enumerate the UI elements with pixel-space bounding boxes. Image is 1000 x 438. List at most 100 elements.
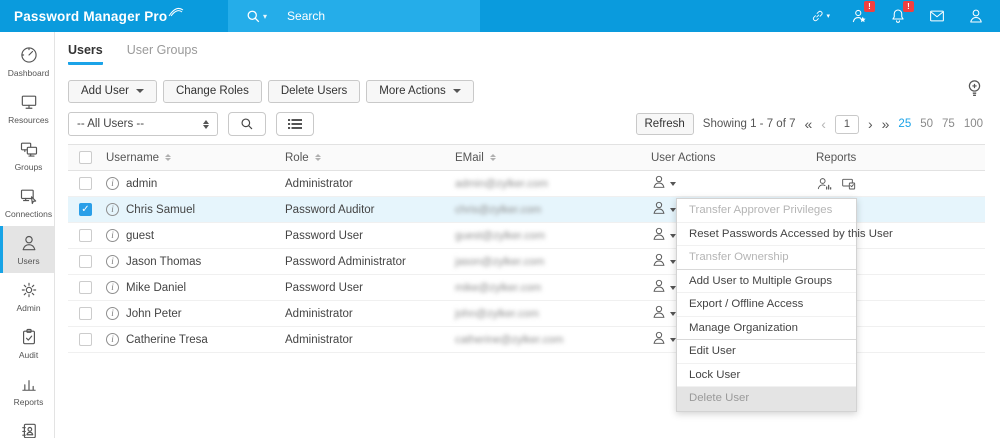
sidebar-item-dashboard[interactable]: Dashboard xyxy=(0,38,54,85)
connections-icon xyxy=(19,186,39,206)
username-cell: i Chris Samuel xyxy=(106,203,285,216)
user-icon[interactable] xyxy=(966,6,986,26)
sidebar-item-groups[interactable]: Groups xyxy=(0,132,54,179)
menu-item-lock-user[interactable]: Lock User xyxy=(677,364,856,388)
menu-item-edit-user[interactable]: Edit User xyxy=(677,340,856,364)
role-cell: Password User xyxy=(285,282,455,294)
sidebar-item-users[interactable]: Users xyxy=(0,226,54,273)
info-icon[interactable]: i xyxy=(106,203,119,216)
select-all-checkbox[interactable] xyxy=(79,151,92,164)
tab-bar: Users User Groups xyxy=(55,32,1000,65)
info-icon[interactable]: i xyxy=(106,307,119,320)
mail-icon[interactable] xyxy=(927,6,947,26)
table-row: i admin Administrator admin@zylker.com xyxy=(68,171,985,197)
username-cell: i Jason Thomas xyxy=(106,255,285,268)
user-action-icon xyxy=(651,330,667,349)
info-icon[interactable]: i xyxy=(106,177,119,190)
brand-swoosh-icon xyxy=(168,5,184,17)
delete-users-button[interactable]: Delete Users xyxy=(268,80,360,103)
menu-item-delete-user[interactable]: Delete User xyxy=(677,387,856,411)
page-size-100[interactable]: 100 xyxy=(964,118,983,130)
sidebar-item-personal[interactable]: Personal xyxy=(0,414,54,438)
menu-item-manage-organization[interactable]: Manage Organization xyxy=(677,317,856,341)
user-star-icon[interactable]: ! xyxy=(849,6,869,26)
user-actions-button[interactable] xyxy=(651,174,816,193)
topbar-icons: ▾!! xyxy=(810,0,1000,32)
showing-text: Showing 1 - 7 of 7 xyxy=(703,118,796,130)
last-page-icon[interactable]: » xyxy=(882,117,890,131)
page-size-50[interactable]: 50 xyxy=(920,118,933,130)
link-icon[interactable]: ▾ xyxy=(810,6,830,26)
column-header-role[interactable]: Role xyxy=(285,152,455,164)
page-size-75[interactable]: 75 xyxy=(942,118,955,130)
info-icon[interactable]: i xyxy=(106,281,119,294)
column-label: EMail xyxy=(455,152,484,164)
row-checkbox[interactable] xyxy=(79,333,92,346)
info-icon[interactable]: i xyxy=(106,255,119,268)
button-label: Delete Users xyxy=(281,85,347,97)
sort-icon[interactable] xyxy=(490,154,496,161)
tab-user-groups[interactable]: User Groups xyxy=(127,43,198,65)
sidebar-item-reports[interactable]: Reports xyxy=(0,367,54,414)
menu-item-add-user-to-multiple-groups[interactable]: Add User to Multiple Groups xyxy=(677,270,856,294)
prev-page-icon[interactable]: ‹ xyxy=(821,117,826,131)
user-filter-select[interactable]: -- All Users -- xyxy=(68,112,218,136)
row-checkbox[interactable] xyxy=(79,177,92,190)
username-text: admin xyxy=(126,178,157,190)
global-search[interactable]: ▾ Search xyxy=(228,0,480,32)
table-search-button[interactable] xyxy=(228,112,266,136)
current-page-box[interactable]: 1 xyxy=(835,115,859,134)
sidebar-item-label: Connections xyxy=(5,209,52,219)
info-icon[interactable]: i xyxy=(106,333,119,346)
column-chooser-button[interactable] xyxy=(276,112,314,136)
role-cell: Password Administrator xyxy=(285,256,455,268)
button-label: Add User xyxy=(81,85,129,97)
alert-badge: ! xyxy=(864,1,875,12)
tab-users[interactable]: Users xyxy=(68,43,103,65)
sidebar-item-audit[interactable]: Audit xyxy=(0,320,54,367)
add-user-button[interactable]: Add User xyxy=(68,80,157,103)
sidebar-item-label: Dashboard xyxy=(8,68,50,78)
username-text: John Peter xyxy=(126,308,182,320)
row-checkbox[interactable] xyxy=(79,307,92,320)
sort-icon[interactable] xyxy=(165,154,171,161)
sidebar-item-connections[interactable]: Connections xyxy=(0,179,54,226)
change-roles-button[interactable]: Change Roles xyxy=(163,80,262,103)
sort-icon[interactable] xyxy=(315,154,321,161)
bell-icon[interactable]: ! xyxy=(888,6,908,26)
column-header-reports: Reports xyxy=(816,152,985,164)
sidebar-item-label: Groups xyxy=(15,162,43,172)
first-page-icon[interactable]: « xyxy=(804,117,812,131)
refresh-button[interactable]: Refresh xyxy=(636,113,694,135)
row-checkbox[interactable] xyxy=(79,255,92,268)
user-report-icon[interactable] xyxy=(816,176,832,192)
sidebar-item-admin[interactable]: Admin xyxy=(0,273,54,320)
audit-icon xyxy=(19,327,39,347)
row-checkbox[interactable]: ✓ xyxy=(79,203,92,216)
toolbar: Add User Change Roles Delete Users More Act… xyxy=(68,79,983,103)
sidebar: Dashboard Resources Groups Connections U… xyxy=(0,32,55,438)
next-page-icon[interactable]: › xyxy=(868,117,873,131)
sidebar-item-resources[interactable]: Resources xyxy=(0,85,54,132)
username-text: Mike Daniel xyxy=(126,282,186,294)
column-header-username[interactable]: Username xyxy=(106,152,285,164)
brand-title: Password Manager Pro xyxy=(14,9,167,24)
username-cell: i Catherine Tresa xyxy=(106,333,285,346)
caret-down-icon xyxy=(136,89,144,93)
more-actions-button[interactable]: More Actions xyxy=(366,80,473,103)
reports-icon xyxy=(19,374,39,394)
menu-item-reset-passwords-accessed-by-this-user[interactable]: Reset Passwords Accessed by this User xyxy=(677,223,856,247)
smart-tip-bulb-icon[interactable] xyxy=(966,79,983,103)
search-placeholder: Search xyxy=(287,9,325,23)
menu-item-export-offline-access[interactable]: Export / Offline Access xyxy=(677,293,856,317)
resource-report-icon[interactable] xyxy=(841,176,857,192)
admin-icon xyxy=(19,280,39,300)
user-action-icon xyxy=(651,278,667,297)
row-checkbox[interactable] xyxy=(79,229,92,242)
row-checkbox[interactable] xyxy=(79,281,92,294)
info-icon[interactable]: i xyxy=(106,229,119,242)
brand: Password Manager Pro xyxy=(0,0,228,32)
column-header-email[interactable]: EMail xyxy=(455,152,651,164)
page-size-25[interactable]: 25 xyxy=(898,118,911,130)
user-filter-value: -- All Users -- xyxy=(77,118,144,130)
